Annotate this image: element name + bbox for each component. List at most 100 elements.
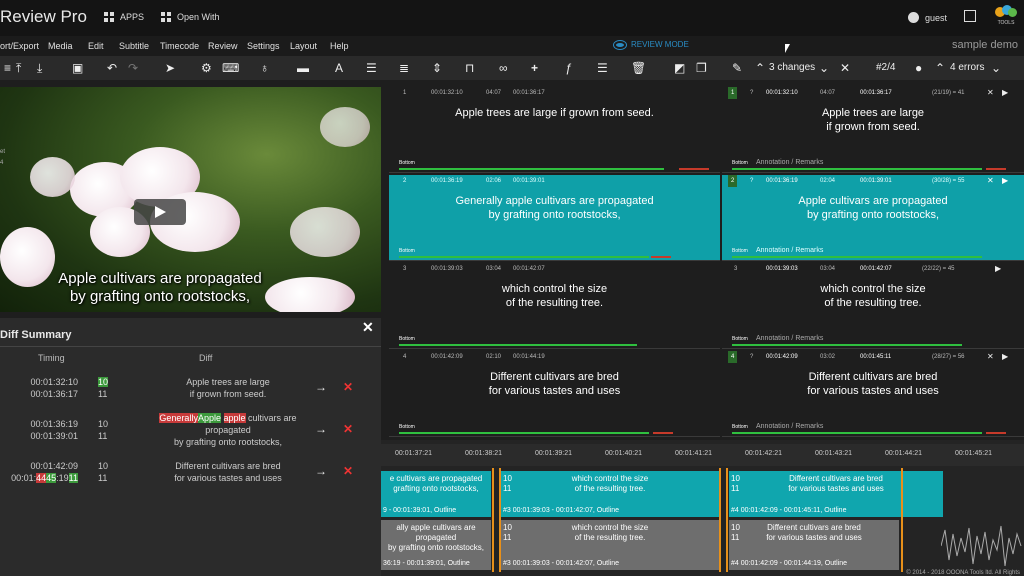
apps-button[interactable]: APPS xyxy=(104,12,144,22)
subtitle-cell[interactable]: 3 00:01:39:03 03:04 00:01:42:07 which co… xyxy=(389,263,720,349)
remarks-label[interactable]: Remarks xyxy=(795,247,823,254)
timecode-in[interactable]: 00:01:32:10 xyxy=(766,87,798,99)
close-icon[interactable]: ✕ xyxy=(840,61,850,75)
user-menu[interactable]: guest xyxy=(908,12,947,23)
undo-icon[interactable]: ↶ xyxy=(107,61,117,75)
annotation-label[interactable]: Annotation xyxy=(756,247,789,254)
annotation-label[interactable]: Annotation xyxy=(756,159,789,166)
annotation-label[interactable]: Annotation xyxy=(756,335,789,342)
link-icon[interactable]: ∞ xyxy=(499,61,508,75)
chevron-up-icon[interactable]: ⌃ xyxy=(935,61,945,75)
pencil-icon[interactable]: ✎ xyxy=(732,61,742,75)
timeline-block[interactable]: 10 11 which control the size of the result… xyxy=(501,471,719,517)
review-cell[interactable]: 4 ? 00:01:42:09 03:02 00:01:45:11 (28/27… xyxy=(722,351,1024,437)
menu-edit[interactable]: Edit xyxy=(88,41,104,51)
keyboard-icon[interactable]: ⌨ xyxy=(222,61,239,75)
redo-icon[interactable]: ↷ xyxy=(128,61,138,75)
trash-icon[interactable]: 🗑 xyxy=(631,61,646,75)
time-ruler[interactable]: 00:01:37:21 00:01:38:21 00:01:39:21 00:0… xyxy=(381,444,1024,466)
timecode-in[interactable]: 00:01:42:09 xyxy=(766,351,798,363)
close-icon[interactable]: ✕ xyxy=(987,351,994,363)
open-with-button[interactable]: Open With xyxy=(161,12,220,22)
download-icon[interactable]: ⤓ xyxy=(37,61,42,75)
timecode-out[interactable]: 00:01:45:11 xyxy=(860,351,891,363)
subtitle-cell-selected[interactable]: 2 00:01:36:19 02:06 00:01:39:01 Generall… xyxy=(389,175,720,261)
menu-subtitle[interactable]: Subtitle xyxy=(119,41,149,51)
menu-icon[interactable]: ≡ xyxy=(4,61,11,75)
subtitle-cell[interactable]: 1 00:01:32:10 04:07 00:01:36:17 Apple tr… xyxy=(389,87,720,173)
align-justify-icon[interactable]: ☰ xyxy=(366,61,377,75)
menu-review[interactable]: Review xyxy=(208,41,238,51)
send-icon[interactable]: ➤ xyxy=(165,61,175,75)
line-icon[interactable]: ▬ xyxy=(297,61,309,75)
close-icon[interactable]: ✕ xyxy=(362,319,374,336)
apply-arrow-icon[interactable]: → xyxy=(315,464,327,478)
menu-media[interactable]: Media xyxy=(48,41,73,51)
remarks-label[interactable]: Remarks xyxy=(795,423,823,430)
apply-arrow-icon[interactable]: → xyxy=(315,422,327,436)
text-style-icon[interactable]: A xyxy=(335,61,343,75)
function-icon[interactable]: ƒ xyxy=(565,61,572,75)
cue-marker[interactable] xyxy=(499,468,501,572)
cue-marker[interactable] xyxy=(719,468,721,572)
timeline-block[interactable]: 10 11 Different cultivars are bred for var… xyxy=(729,520,899,570)
timecode-out[interactable]: 00:01:42:07 xyxy=(860,263,892,275)
logout-icon[interactable] xyxy=(964,10,976,22)
bulb-icon[interactable]: ♁ xyxy=(260,61,269,75)
menu-timecode[interactable]: Timecode xyxy=(160,41,199,51)
close-icon[interactable]: ✕ xyxy=(987,87,994,99)
menu-import-export[interactable]: ort/Export xyxy=(0,41,39,51)
deleted-text: Generally xyxy=(159,413,198,423)
list-icon[interactable]: ☰ xyxy=(597,61,608,75)
apply-arrow-icon[interactable]: → xyxy=(315,380,327,394)
image-icon[interactable]: ◩ xyxy=(674,61,685,75)
cue-marker[interactable] xyxy=(901,468,903,572)
reject-icon[interactable]: ✕ xyxy=(343,422,353,436)
cue-marker[interactable] xyxy=(492,468,494,572)
subtitle-cell[interactable]: 4 00:01:42:09 02:10 00:01:44:19 Differen… xyxy=(389,351,720,437)
chevron-down-icon[interactable]: ⌄ xyxy=(819,61,829,75)
timecode-in[interactable]: 00:01:39:03 xyxy=(766,263,798,275)
copy-icon[interactable]: ❐ xyxy=(696,61,707,75)
vertical-align-icon[interactable]: ⇕ xyxy=(432,61,442,75)
timecode-out[interactable]: 00:01:36:17 xyxy=(860,87,892,99)
chevron-up-icon[interactable]: ⌃ xyxy=(755,61,765,75)
split-icon[interactable]: ⊓ xyxy=(465,61,474,75)
annotation-remarks[interactable]: Annotation / Remarks xyxy=(756,159,823,166)
play-icon[interactable]: ▶ xyxy=(995,263,1001,275)
review-cell[interactable]: 3 00:01:39:03 03:04 00:01:42:07 (22/22) … xyxy=(722,263,1024,349)
remarks-label[interactable]: Remarks xyxy=(795,159,823,166)
annotation-remarks[interactable]: Annotation / Remarks xyxy=(756,423,823,430)
timeline[interactable]: 00:01:37:21 00:01:38:21 00:01:39:21 00:0… xyxy=(381,440,1024,576)
timecode-out[interactable]: 00:01:39:01 xyxy=(860,175,892,187)
timecode-in[interactable]: 00:01:36:19 xyxy=(766,175,798,187)
timeline-block[interactable]: e cultivars are propagated grafting onto … xyxy=(381,471,491,517)
play-button[interactable] xyxy=(134,199,186,225)
review-cell-selected[interactable]: 2 ? 00:01:36:19 02:04 00:01:39:01 (30/28… xyxy=(722,175,1024,261)
menu-help[interactable]: Help xyxy=(330,41,349,51)
chevron-down-icon[interactable]: ⌄ xyxy=(991,61,1001,75)
annotation-label[interactable]: Annotation xyxy=(756,423,789,430)
remarks-label[interactable]: Remarks xyxy=(795,335,823,342)
play-icon[interactable]: ▶ xyxy=(1002,351,1008,363)
annotation-remarks[interactable]: Annotation / Remarks xyxy=(756,247,823,254)
menu-layout[interactable]: Layout xyxy=(290,41,317,51)
menu-settings[interactable]: Settings xyxy=(247,41,280,51)
review-cell[interactable]: 1 ? 00:01:32:10 04:07 00:01:36:17 (21/19… xyxy=(722,87,1024,173)
timeline-block[interactable]: ally apple cultivars are propagated by gra… xyxy=(381,520,491,570)
timeline-block[interactable]: 10 11 Different cultivars are bred for var… xyxy=(729,471,943,517)
reject-icon[interactable]: ✕ xyxy=(343,380,353,394)
align-center-icon[interactable]: ≣ xyxy=(399,61,409,75)
add-icon[interactable]: + xyxy=(531,61,538,75)
play-icon[interactable]: ▶ xyxy=(1002,175,1008,187)
reject-icon[interactable]: ✕ xyxy=(343,464,353,478)
cue-marker[interactable] xyxy=(726,468,728,572)
close-icon[interactable]: ✕ xyxy=(987,175,994,187)
video-player[interactable]: et 4 Apple cultivars are propagated by g… xyxy=(0,87,381,312)
annotation-remarks[interactable]: Annotation / Remarks xyxy=(756,335,823,342)
video-list-icon[interactable]: ▣ xyxy=(72,61,83,75)
play-icon[interactable]: ▶ xyxy=(1002,87,1008,99)
upload-icon[interactable]: ⤒ xyxy=(16,61,21,75)
timeline-block[interactable]: 10 11 which control the size of the result… xyxy=(501,520,719,570)
gear-icon[interactable]: ⚙ xyxy=(201,61,212,75)
